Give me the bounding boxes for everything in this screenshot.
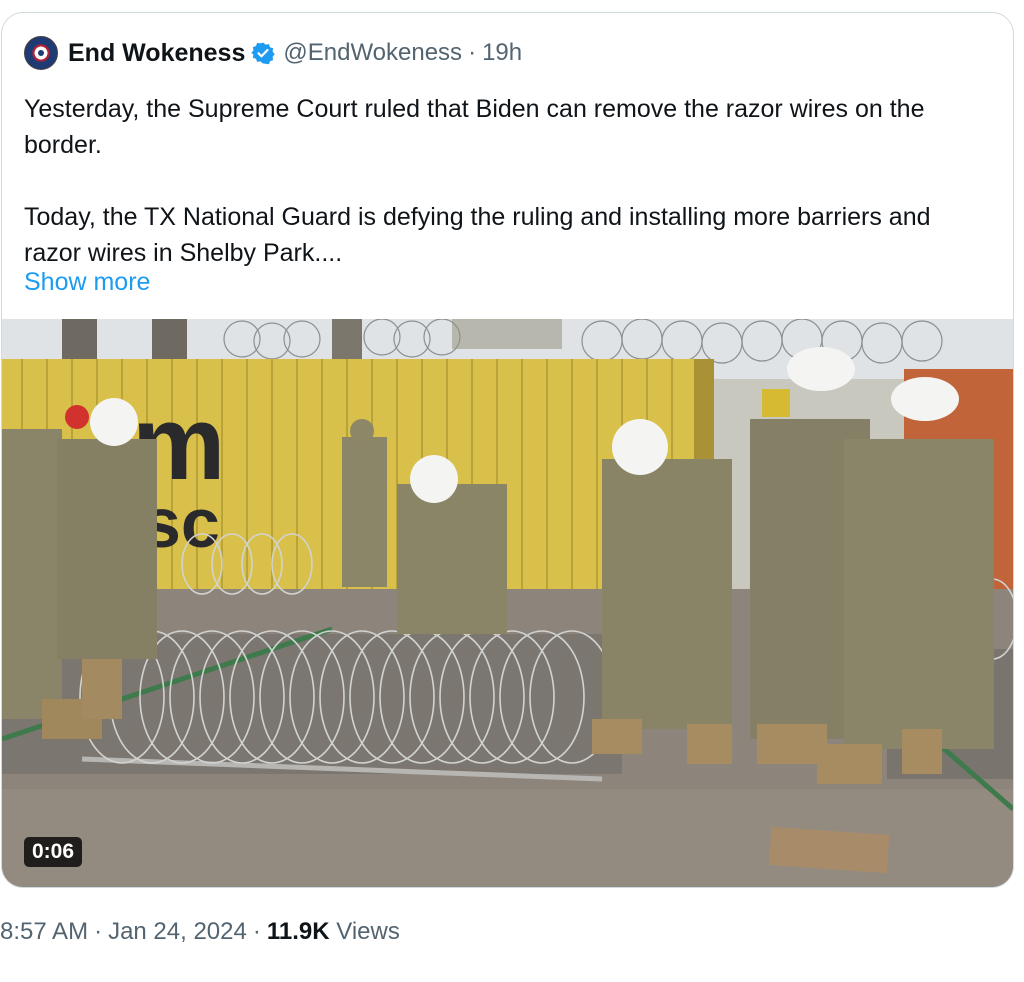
video-frame-image: m sc <box>2 319 1013 887</box>
quoted-tweet-card[interactable]: End Wokeness @EndWokeness · 19h Yesterda… <box>1 12 1014 888</box>
show-more-link[interactable]: Show more <box>24 268 150 297</box>
profile-avatar[interactable] <box>24 36 58 70</box>
video-duration-badge: 0:06 <box>24 837 83 867</box>
video-player[interactable]: m sc 0:06 <box>2 319 1013 887</box>
display-name[interactable]: End Wokeness <box>68 39 245 68</box>
user-handle[interactable]: @EndWokeness <box>283 39 462 67</box>
post-date[interactable]: Jan 24, 2024 <box>108 918 247 945</box>
tweet-header: End Wokeness @EndWokeness · 19h <box>24 35 522 71</box>
meta-separator: · <box>94 918 103 945</box>
header-separator: · <box>468 39 477 66</box>
meta-separator: · <box>252 918 261 945</box>
views-label: Views <box>336 918 400 945</box>
post-time[interactable]: 8:57 AM <box>0 918 88 945</box>
tweet-time-ago[interactable]: 19h <box>482 39 522 67</box>
verified-badge-icon <box>251 41 276 65</box>
views-count: 11.9K <box>266 918 330 945</box>
tweet-meta: 8:57 AM · Jan 24, 2024 · 11.9K Views <box>0 918 400 946</box>
tweet-text: Yesterday, the Supreme Court ruled that … <box>24 95 931 267</box>
